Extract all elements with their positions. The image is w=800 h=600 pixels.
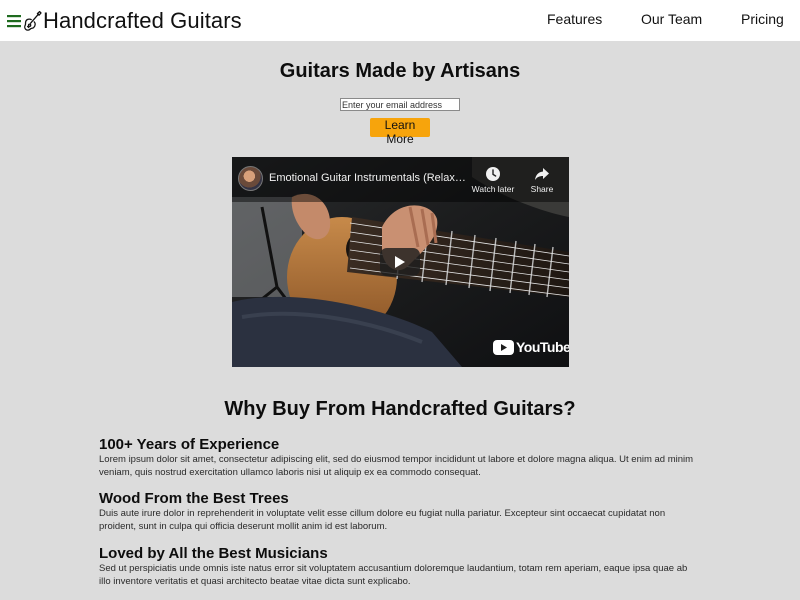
hero-title: Guitars Made by Artisans: [279, 60, 521, 82]
youtube-logo[interactable]: YouTube: [493, 339, 569, 355]
learn-more-button[interactable]: Learn More: [370, 118, 430, 146]
feature-item: 100+ Years of Experience Lorem ipsum dol…: [99, 436, 701, 479]
feature-text: Duis aute irure dolor in reprehenderit i…: [99, 508, 666, 532]
watch-later-label: Watch later: [471, 184, 515, 194]
clock-icon: [486, 167, 500, 181]
hamburger-menu-icon[interactable]: [6, 13, 22, 29]
feature-heading: Wood From the Best Trees: [99, 490, 289, 507]
nav-link-our-team[interactable]: Our Team: [641, 11, 702, 27]
play-button[interactable]: [380, 248, 420, 276]
brand[interactable]: Handcrafted Guitars: [6, 4, 242, 37]
guitar-icon: [24, 10, 42, 31]
nav-link-pricing[interactable]: Pricing: [741, 11, 784, 27]
youtube-logo-text: YouTube: [516, 339, 569, 355]
brand-title[interactable]: Handcrafted Guitars: [43, 8, 242, 34]
email-input[interactable]: [340, 98, 460, 111]
youtube-video-embed[interactable]: Emotional Guitar Instrumentals (Relaxi… …: [232, 157, 569, 367]
site-header: Handcrafted Guitars Features Our Team Pr…: [0, 0, 800, 41]
feature-item: Loved by All the Best Musicians Sed ut p…: [99, 545, 701, 588]
nav-link-features[interactable]: Features: [547, 11, 602, 27]
feature-text: Sed ut perspiciatis unde omnis iste natu…: [99, 563, 688, 587]
play-icon: [395, 256, 405, 268]
why-section-title: Why Buy From Handcrafted Guitars?: [224, 398, 576, 420]
share-button[interactable]: Share: [527, 166, 557, 194]
share-arrow-icon: [535, 168, 549, 180]
watch-later-button[interactable]: Watch later: [470, 166, 516, 194]
feature-heading: 100+ Years of Experience: [99, 436, 280, 453]
feature-item: Wood From the Best Trees Duis aute irure…: [99, 490, 701, 533]
feature-text: Lorem ipsum dolor sit amet, consectetur …: [99, 454, 694, 478]
channel-avatar[interactable]: [238, 166, 263, 191]
feature-heading: Loved by All the Best Musicians: [99, 545, 328, 562]
share-label: Share: [530, 184, 554, 194]
video-title[interactable]: Emotional Guitar Instrumentals (Relaxi…: [269, 172, 467, 184]
youtube-logo-icon: [493, 339, 514, 355]
